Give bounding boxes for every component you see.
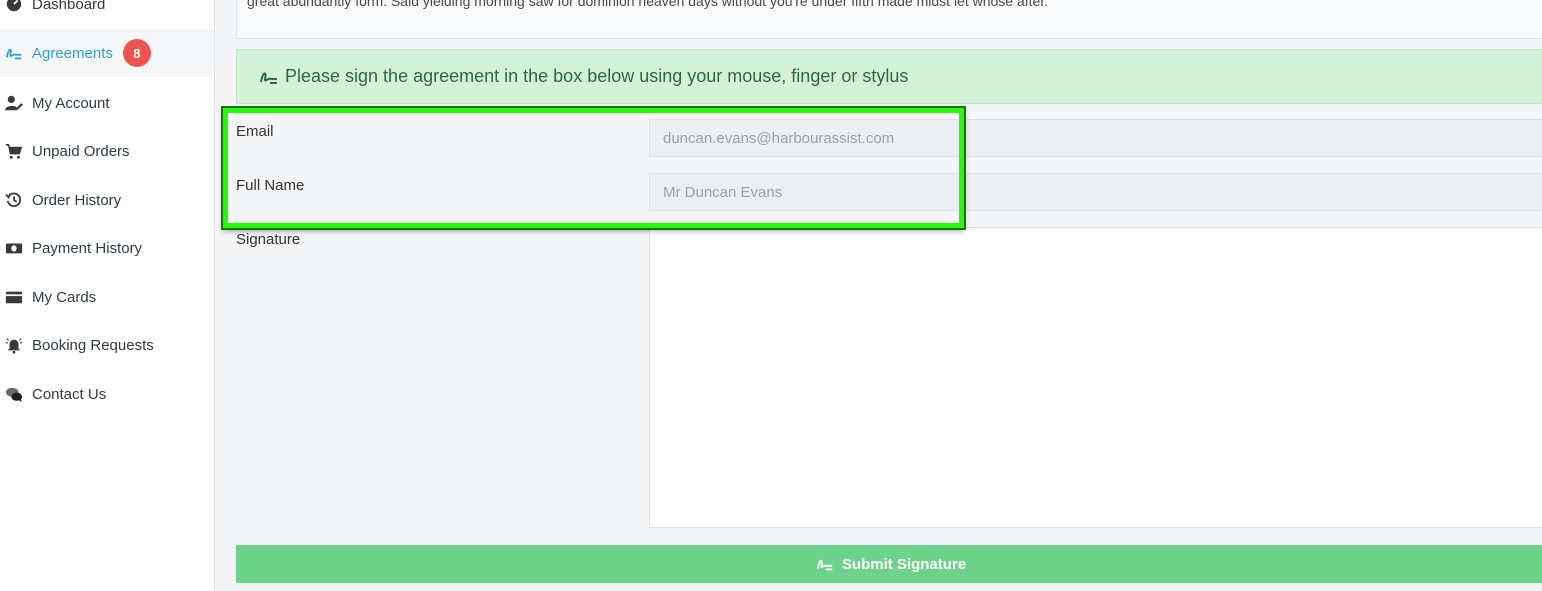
sidebar-item-order-history[interactable]: Order History [0,176,214,224]
main-content: great abundantly form. Said yielding mor… [216,0,1542,591]
dashboard-icon [4,0,24,14]
sidebar-item-label: Payment History [32,239,143,257]
history-icon [4,190,24,210]
sidebar-item-label: Dashboard [32,0,106,13]
sign-instruction-alert: Please sign the agreement in the box bel… [236,49,1542,104]
sign-instruction-text: Please sign the agreement in the box bel… [285,66,909,86]
user-edit-icon [4,93,24,113]
agreement-text: great abundantly form. Said yielding mor… [247,0,1049,9]
sidebar-item-contact-us[interactable]: Contact Us [0,370,214,418]
signature-pad[interactable] [649,227,1542,528]
sidebar-item-label: Booking Requests [32,336,154,354]
cart-icon [4,141,24,161]
sidebar-item-label: My Cards [32,288,97,306]
sidebar-item-my-cards[interactable]: My Cards [0,273,214,321]
signature-icon [4,43,24,63]
signature-icon [816,559,833,571]
submit-signature-button[interactable]: Submit Signature [236,545,1542,583]
money-icon [4,238,24,258]
email-field[interactable]: duncan.evans@harbourassist.com [649,119,1542,157]
sidebar-item-payment-history[interactable]: Payment History [0,224,214,272]
sidebar-item-dashboard[interactable]: Dashboard [0,0,214,28]
full-name-label: Full Name [236,177,305,194]
chat-icon [4,384,24,404]
sidebar-item-agreements[interactable]: Agreements 8 [0,29,214,77]
sidebar-item-label: Order History [32,191,122,209]
agreement-text-card: great abundantly form. Said yielding mor… [236,0,1542,39]
sidebar-item-label: Agreements [32,44,113,62]
signature-label: Signature [236,231,301,248]
sidebar-item-label: Contact Us [32,385,107,403]
sidebar-item-label: My Account [32,94,110,112]
submit-signature-label: Submit Signature [841,555,967,573]
sidebar-item-unpaid-orders[interactable]: Unpaid Orders [0,127,214,175]
agreements-count-badge: 8 [122,39,151,67]
signature-icon [260,71,277,84]
credit-card-icon [4,287,24,307]
sidebar: Dashboard Agreements 8 My Account Unpaid… [0,0,215,591]
email-label: Email [236,123,274,140]
sidebar-item-booking-requests[interactable]: Booking Requests [0,321,214,369]
sidebar-item-label: Unpaid Orders [32,142,130,160]
full-name-field[interactable]: Mr Duncan Evans [649,173,1542,211]
sidebar-item-my-account[interactable]: My Account [0,79,214,127]
bell-icon [4,335,24,355]
